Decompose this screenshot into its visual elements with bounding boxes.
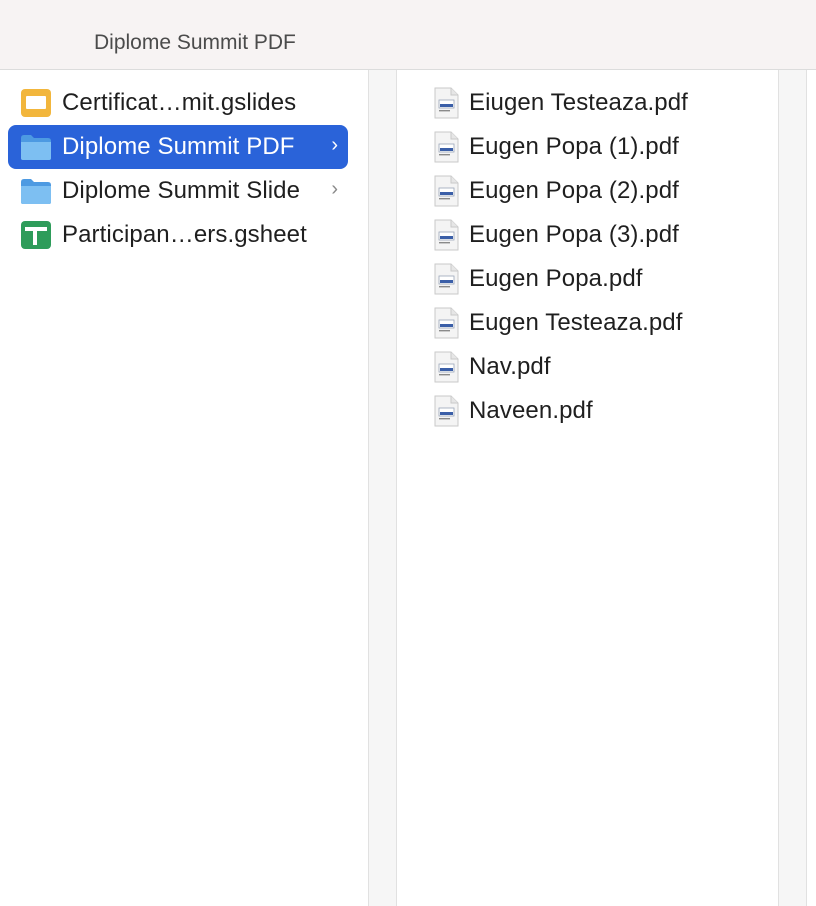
file-name: Eugen Testeaza.pdf <box>469 309 683 336</box>
gsheet-icon <box>20 219 52 251</box>
pdf-file-icon <box>433 263 459 295</box>
file-list-item[interactable]: Eugen Popa.pdf <box>421 257 761 301</box>
gslides-icon <box>20 87 52 119</box>
parent-folder-column: Certificat…mit.gslides Diplome Summit PD… <box>0 70 369 906</box>
list-item-label: Certificat…mit.gslides <box>62 89 297 116</box>
pdf-file-icon <box>433 307 459 339</box>
file-name: Eugen Popa.pdf <box>469 265 643 292</box>
file-list-item[interactable]: Eugen Popa (2).pdf <box>421 169 761 213</box>
title-bar: Diplome Summit PDF <box>0 0 816 70</box>
file-name: Eiugen Testeaza.pdf <box>469 89 688 116</box>
window-title: Diplome Summit PDF <box>94 31 296 54</box>
file-name: Eugen Popa (3).pdf <box>469 221 679 248</box>
list-item-label: Diplome Summit Slide <box>62 177 301 204</box>
file-list-item[interactable]: Eugen Popa (1).pdf <box>421 125 761 169</box>
list-item-certificate-gslides[interactable]: Certificat…mit.gslides <box>8 81 348 125</box>
chevron-right-icon: › <box>331 178 338 200</box>
file-list-item[interactable]: Eugen Popa (3).pdf <box>421 213 761 257</box>
file-name: Eugen Popa (1).pdf <box>469 133 679 160</box>
pdf-file-icon <box>433 175 459 207</box>
folder-icon <box>20 133 52 161</box>
pdf-file-icon <box>433 395 459 427</box>
file-list-item[interactable]: Eiugen Testeaza.pdf <box>421 81 761 125</box>
column-browser: Certificat…mit.gslides Diplome Summit PD… <box>0 70 816 906</box>
list-item-diplome-summit-pdf[interactable]: Diplome Summit PDF › <box>8 125 348 169</box>
column-resize-handle[interactable] <box>369 70 397 906</box>
folder-contents-column: Eiugen Testeaza.pdf Eugen Popa (1).pdf Eug… <box>397 70 779 906</box>
file-list-item[interactable]: Eugen Testeaza.pdf <box>421 301 761 345</box>
list-item-label: Participan…ers.gsheet <box>62 221 307 248</box>
file-list-item[interactable]: Naveen.pdf <box>421 389 761 433</box>
list-item-diplome-summit-slide[interactable]: Diplome Summit Slide › <box>8 169 348 213</box>
finder-window: Diplome Summit PDF Certificat…mit.gslide… <box>0 0 816 906</box>
file-name: Eugen Popa (2).pdf <box>469 177 679 204</box>
list-item-participants-gsheet[interactable]: Participan…ers.gsheet <box>8 213 348 257</box>
list-item-label: Diplome Summit PDF <box>62 133 295 160</box>
column-resize-handle[interactable] <box>779 70 807 906</box>
pdf-file-icon <box>433 351 459 383</box>
pdf-file-icon <box>433 87 459 119</box>
file-name: Nav.pdf <box>469 353 551 380</box>
folder-icon <box>20 177 52 205</box>
chevron-right-icon: › <box>331 134 338 156</box>
file-name: Naveen.pdf <box>469 397 593 424</box>
next-column <box>807 70 816 906</box>
file-list-item[interactable]: Nav.pdf <box>421 345 761 389</box>
pdf-file-icon <box>433 131 459 163</box>
pdf-file-icon <box>433 219 459 251</box>
